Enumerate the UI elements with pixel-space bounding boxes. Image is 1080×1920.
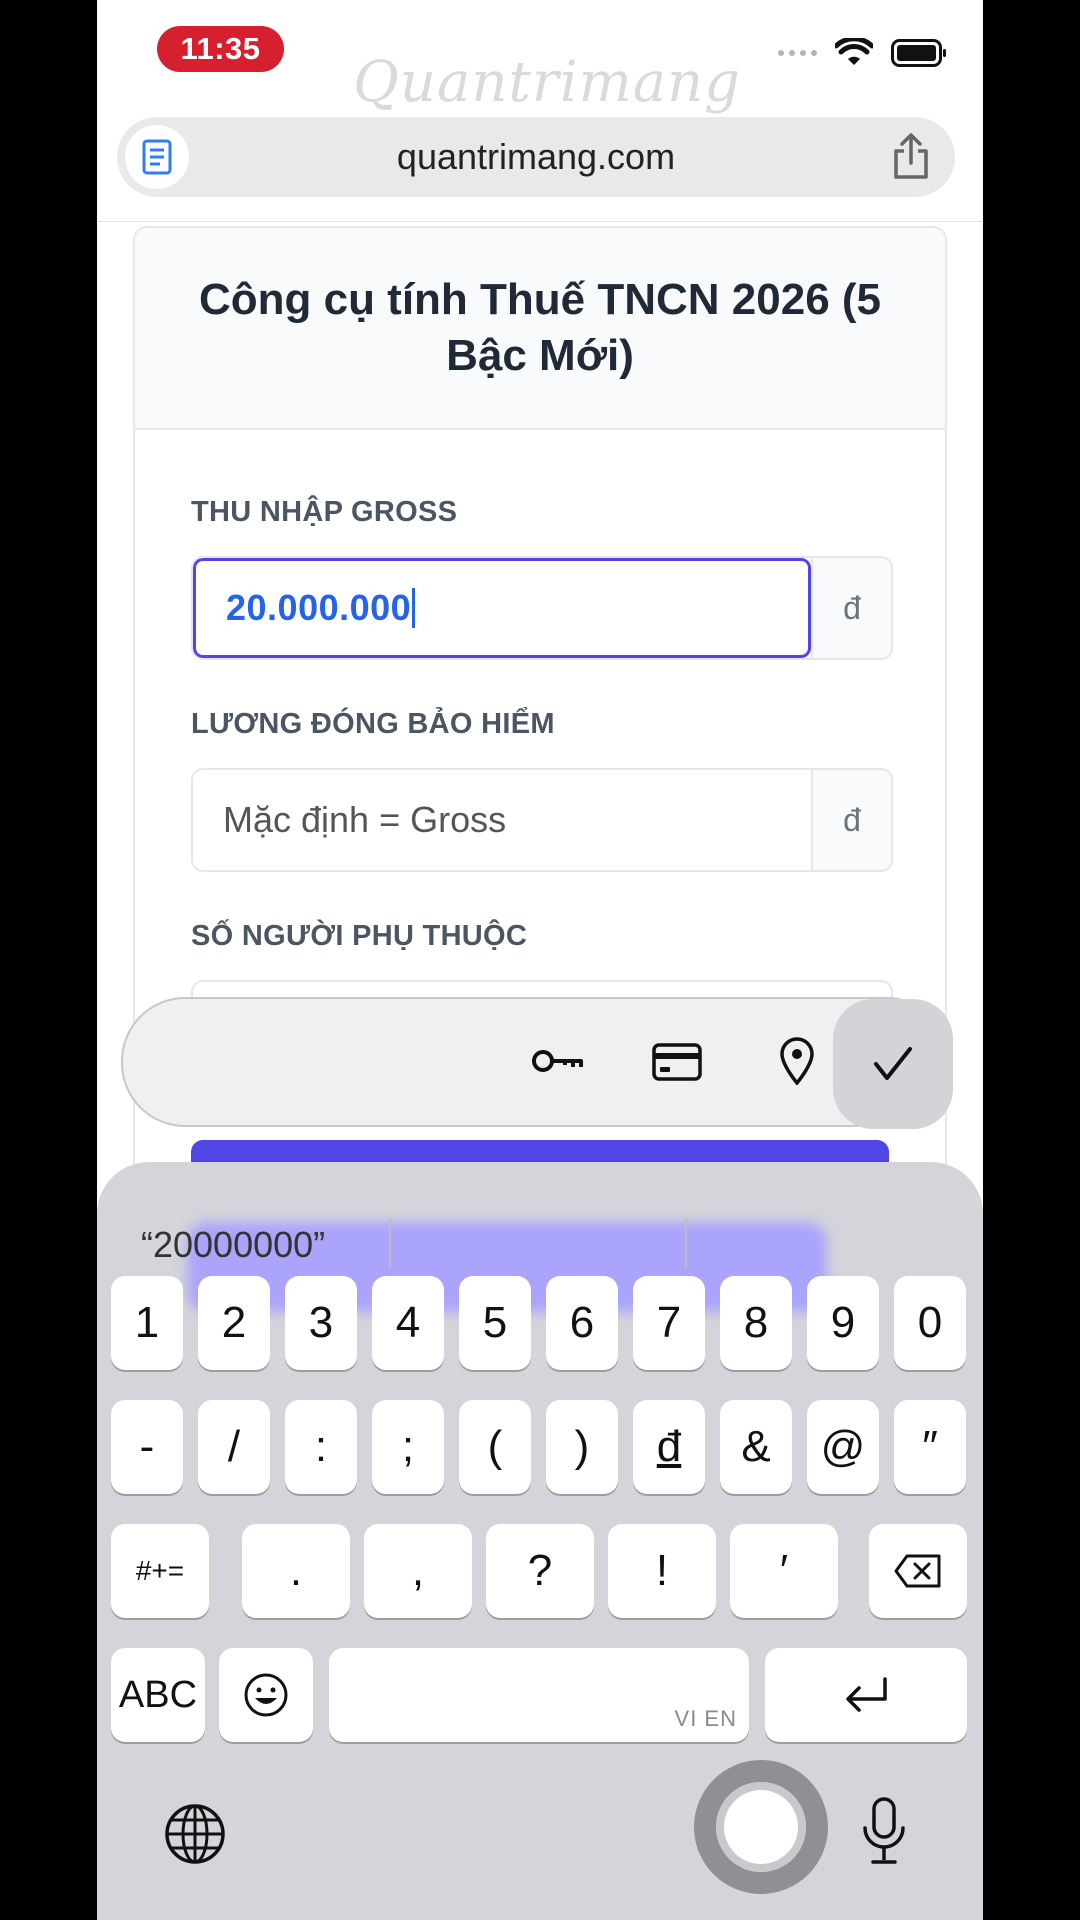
return-key[interactable]: [765, 1648, 967, 1742]
key-1[interactable]: 1: [111, 1276, 183, 1370]
key-period[interactable]: .: [242, 1524, 350, 1618]
key-slash[interactable]: /: [198, 1400, 270, 1494]
key-0[interactable]: 0: [894, 1276, 966, 1370]
delete-icon: [894, 1554, 941, 1588]
key-colon[interactable]: :: [285, 1400, 357, 1494]
page-title: Công cụ tính Thuế TNCN 2026 (5 Bậc Mới): [198, 275, 882, 380]
key-open-paren[interactable]: (: [459, 1400, 531, 1494]
key-close-paren[interactable]: ): [546, 1400, 618, 1494]
gross-income-label: THU NHẬP GROSS: [191, 496, 458, 528]
share-icon[interactable]: [891, 131, 931, 181]
suggestion-divider: [685, 1218, 687, 1268]
autofill-toolbar: [121, 997, 953, 1129]
insurance-salary-field[interactable]: Mặc định = Gross đ: [191, 768, 893, 872]
suggestion-bar: “20000000”: [97, 1192, 983, 1312]
location-pin-icon[interactable]: [779, 1037, 815, 1085]
key-dash[interactable]: -: [111, 1400, 183, 1494]
space-key[interactable]: VI EN: [329, 1648, 749, 1742]
keyboard-language-label: VI EN: [674, 1706, 737, 1731]
globe-icon[interactable]: [163, 1802, 227, 1866]
watermark-logo: Quantrimang: [353, 50, 742, 115]
emoji-icon: [244, 1673, 288, 1717]
url-text[interactable]: quantrimang.com: [117, 136, 955, 178]
address-bar[interactable]: quantrimang.com: [117, 117, 955, 197]
credit-card-icon[interactable]: [652, 1043, 702, 1081]
delete-key[interactable]: [869, 1524, 967, 1618]
key-6[interactable]: 6: [546, 1276, 618, 1370]
battery-icon: [891, 39, 946, 67]
phone-screen: 11:35 Quantrimang quantrimang.com Công c…: [97, 0, 983, 1920]
return-icon: [846, 1677, 887, 1712]
insurance-salary-label: LƯƠNG ĐÓNG BẢO HIỂM: [191, 708, 555, 740]
currency-suffix: đ: [811, 558, 891, 658]
status-time: 11:35: [157, 26, 284, 72]
key-3[interactable]: 3: [285, 1276, 357, 1370]
key-abc[interactable]: ABC: [111, 1648, 205, 1742]
key-exclamation[interactable]: !: [608, 1524, 716, 1618]
key-7[interactable]: 7: [633, 1276, 705, 1370]
key-9[interactable]: 9: [807, 1276, 879, 1370]
done-button[interactable]: [833, 999, 953, 1129]
wifi-icon: [835, 38, 873, 65]
key-dong[interactable]: đ: [633, 1400, 705, 1494]
suggestion-divider: [389, 1218, 391, 1268]
key-semicolon[interactable]: ;: [372, 1400, 444, 1494]
emoji-key[interactable]: [219, 1648, 313, 1742]
key-quote[interactable]: ″: [894, 1400, 966, 1494]
dependents-label: SỐ NGƯỜI PHỤ THUỘC: [191, 920, 528, 952]
card-header: Công cụ tính Thuế TNCN 2026 (5 Bậc Mới): [135, 228, 945, 430]
key-icon[interactable]: [531, 1045, 583, 1077]
key-4[interactable]: 4: [372, 1276, 444, 1370]
insurance-salary-input[interactable]: Mặc định = Gross: [193, 770, 811, 870]
gross-income-field[interactable]: 20.000.000 đ: [191, 556, 893, 660]
checkmark-icon: [874, 1047, 912, 1080]
status-icons: [778, 38, 947, 68]
key-ampersand[interactable]: &: [720, 1400, 792, 1494]
key-question[interactable]: ?: [486, 1524, 594, 1618]
text-caret: [412, 588, 416, 628]
key-at[interactable]: @: [807, 1400, 879, 1494]
key-5[interactable]: 5: [459, 1276, 531, 1370]
keyboard: “20000000” 1 2 3 4 5 6 7 8 9 0 - / : ; (…: [97, 1162, 983, 1920]
cellular-signal-icon: [778, 50, 817, 56]
key-apostrophe[interactable]: ′: [730, 1524, 838, 1618]
key-more-symbols[interactable]: #+=: [111, 1524, 209, 1618]
key-8[interactable]: 8: [720, 1276, 792, 1370]
key-2[interactable]: 2: [198, 1276, 270, 1370]
suggestion-item[interactable]: “20000000”: [141, 1224, 325, 1266]
microphone-icon[interactable]: [861, 1796, 907, 1868]
currency-suffix: đ: [811, 770, 891, 870]
gross-income-input[interactable]: 20.000.000: [193, 558, 811, 658]
assistive-touch-button[interactable]: [694, 1760, 828, 1894]
key-comma[interactable]: ,: [364, 1524, 472, 1618]
divider: [97, 221, 983, 222]
